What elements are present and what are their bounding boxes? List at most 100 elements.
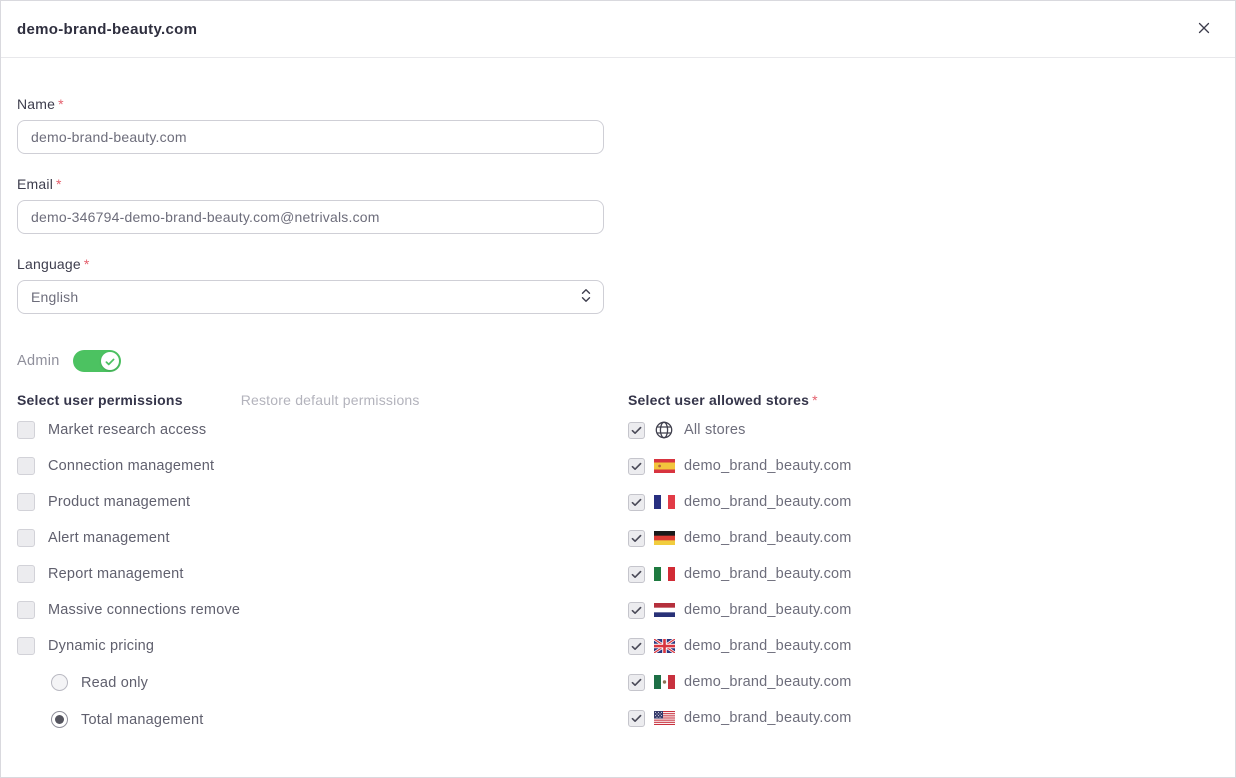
permission-row: Massive connections remove [17,592,628,628]
store-checkbox[interactable] [628,710,645,727]
required-asterisk: * [56,176,62,192]
required-asterisk: * [84,256,90,272]
store-row: demo_brand_beauty.com [628,520,1219,556]
permission-label: Massive connections remove [48,602,240,618]
permission-checkbox[interactable] [17,421,35,439]
permission-label: Market research access [48,422,206,438]
language-label: Language* [17,256,604,272]
permission-label: Connection management [48,458,214,474]
dynamic-pricing-option-row: Read only [17,664,628,701]
email-input[interactable] [17,200,604,234]
permission-row: Dynamic pricing [17,628,628,664]
permission-row: Market research access [17,412,628,448]
dynamic-pricing-radio[interactable] [51,711,68,728]
store-checkbox[interactable] [628,674,645,691]
store-label: demo_brand_beauty.com [684,602,852,618]
flag-germany-icon [653,527,675,549]
flag-uk-icon [653,635,675,657]
check-icon [105,354,115,369]
flag-mexico-icon [653,671,675,693]
store-row: demo_brand_beauty.com [628,664,1219,700]
permission-checkbox[interactable] [17,493,35,511]
admin-label: Admin [17,353,60,369]
store-row: demo_brand_beauty.com [628,448,1219,484]
stores-list: All stores demo_brand_beauty.com demo_br… [628,412,1219,736]
flag-italy-icon [653,563,675,585]
close-icon [1197,21,1211,38]
dynamic-pricing-options: Read only Total management [17,664,628,738]
store-checkbox[interactable] [628,494,645,511]
permission-row: Connection management [17,448,628,484]
language-field-group: Language* English [17,256,604,314]
permission-checkbox[interactable] [17,529,35,547]
required-asterisk: * [812,392,818,408]
store-checkbox[interactable] [628,602,645,619]
store-row: demo_brand_beauty.com [628,700,1219,736]
flag-spain-icon [653,455,675,477]
permission-checkbox[interactable] [17,637,35,655]
permissions-heading: Select user permissions [17,392,183,408]
store-label: demo_brand_beauty.com [684,674,852,690]
store-label: demo_brand_beauty.com [684,458,852,474]
stores-header: Select user allowed stores* [628,392,1219,410]
email-field-group: Email* [17,176,604,234]
permission-checkbox[interactable] [17,565,35,583]
chevron-up-down-icon [580,288,592,306]
stores-heading: Select user allowed stores* [628,392,818,408]
flag-usa-icon [653,707,675,729]
store-row: demo_brand_beauty.com [628,484,1219,520]
admin-row: Admin [17,350,1219,372]
store-checkbox[interactable] [628,422,645,439]
store-label: All stores [684,422,746,438]
permissions-and-stores: Select user permissions Restore default … [17,392,1219,738]
stores-column: Select user allowed stores* All stores d… [628,392,1219,738]
close-button[interactable] [1193,17,1215,42]
required-asterisk: * [58,96,64,112]
permission-label: Dynamic pricing [48,638,154,654]
store-row: demo_brand_beauty.com [628,592,1219,628]
store-row: demo_brand_beauty.com [628,628,1219,664]
language-selected-value: English [31,289,78,305]
email-label: Email* [17,176,604,192]
dynamic-pricing-radio[interactable] [51,674,68,691]
flag-netherlands-icon [653,599,675,621]
permission-checkbox[interactable] [17,601,35,619]
store-checkbox[interactable] [628,566,645,583]
modal-header: demo-brand-beauty.com [1,1,1235,58]
dynamic-pricing-option-row: Total management [17,701,628,738]
permission-row: Product management [17,484,628,520]
globe-icon [653,419,675,441]
permission-checkbox[interactable] [17,457,35,475]
user-edit-modal: { "modal": { "title": "demo-brand-beauty… [0,0,1236,778]
store-row: demo_brand_beauty.com [628,556,1219,592]
store-checkbox[interactable] [628,638,645,655]
store-checkbox[interactable] [628,530,645,547]
restore-default-permissions-link[interactable]: Restore default permissions [241,392,420,408]
permission-label: Product management [48,494,190,510]
toggle-knob [101,352,119,370]
permissions-header: Select user permissions Restore default … [17,392,628,410]
permission-row: Alert management [17,520,628,556]
name-label: Name* [17,96,604,112]
permission-row: Report management [17,556,628,592]
store-label: demo_brand_beauty.com [684,494,852,510]
language-select[interactable]: English [17,280,604,314]
name-input[interactable] [17,120,604,154]
store-label: demo_brand_beauty.com [684,710,852,726]
store-checkbox[interactable] [628,458,645,475]
store-label: demo_brand_beauty.com [684,638,852,654]
store-label: demo_brand_beauty.com [684,566,852,582]
modal-title: demo-brand-beauty.com [17,21,197,38]
store-label: demo_brand_beauty.com [684,530,852,546]
permissions-column: Select user permissions Restore default … [17,392,628,738]
dynamic-pricing-option-label: Total management [81,712,204,728]
dynamic-pricing-option-label: Read only [81,675,148,691]
permission-label: Alert management [48,530,170,546]
name-field-group: Name* [17,96,604,154]
modal-body: Name* Email* Language* English Admin [1,58,1235,738]
permissions-list: Market research access Connection manage… [17,412,628,664]
admin-toggle[interactable] [73,350,121,372]
store-row: All stores [628,412,1219,448]
flag-france-icon [653,491,675,513]
permission-label: Report management [48,566,184,582]
